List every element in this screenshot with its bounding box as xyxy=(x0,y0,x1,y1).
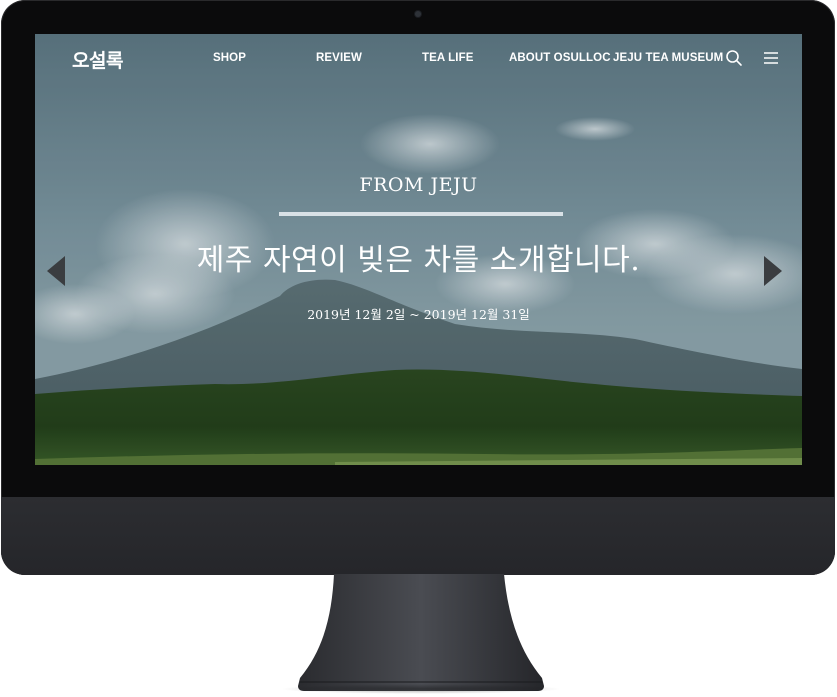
nav-item-tea-life[interactable]: TEA LIFE xyxy=(422,52,473,64)
webcam xyxy=(415,11,421,17)
monitor-stand xyxy=(296,574,546,692)
desktop-mockup: 오설록 SHOP REVIEW TEA LIFE ABOUT OSULLOC J… xyxy=(0,0,837,697)
hero-eyebrow: FROM JEJU xyxy=(359,174,478,196)
nav-item-review[interactable]: REVIEW xyxy=(316,52,362,64)
nav-item-about-osulloc[interactable]: ABOUT OSULLOC xyxy=(509,52,611,64)
nav-item-shop[interactable]: SHOP xyxy=(213,52,246,64)
brand-logo[interactable]: 오설록 xyxy=(72,46,123,73)
nav-item-jeju-tea-museum[interactable]: JEJU TEA MUSEUM xyxy=(613,52,723,64)
website-screen: 오설록 SHOP REVIEW TEA LIFE ABOUT OSULLOC J… xyxy=(35,34,802,465)
stand-shadow xyxy=(280,684,562,694)
monitor-chin xyxy=(1,497,835,575)
chevron-left-icon[interactable] xyxy=(45,255,67,287)
hero-divider xyxy=(279,212,563,216)
hero-title: 제주 자연이 빚은 차를 소개합니다. xyxy=(196,243,641,278)
top-navigation: 오설록 SHOP REVIEW TEA LIFE ABOUT OSULLOC J… xyxy=(35,34,802,84)
hero-date-range: 2019년 12월 2일 ~ 2019년 12월 31일 xyxy=(307,307,530,322)
hamburger-menu-icon[interactable] xyxy=(761,48,781,68)
chevron-right-icon[interactable] xyxy=(762,255,784,287)
search-icon[interactable] xyxy=(724,48,744,68)
